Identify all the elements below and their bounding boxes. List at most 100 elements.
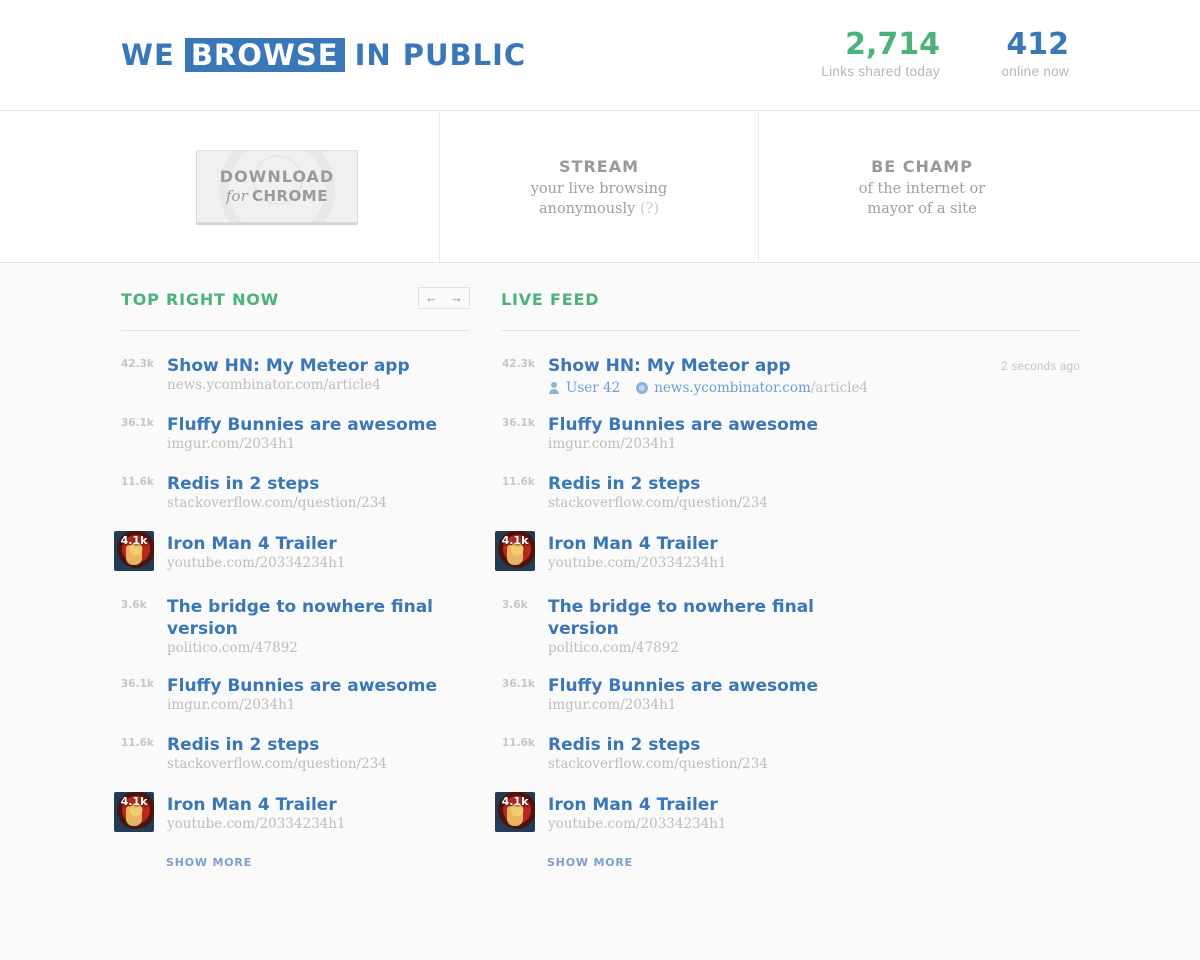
live-item-meta: User 42 news.ycombinator.com/article4 bbox=[548, 380, 868, 396]
link-url[interactable]: stackoverflow.com/question/234 bbox=[548, 756, 768, 772]
link-url[interactable]: stackoverflow.com/question/234 bbox=[167, 495, 387, 511]
stream-description: your live browsing anonymously (?) bbox=[440, 179, 758, 219]
champ-description: of the internet or mayor of a site bbox=[759, 179, 1085, 219]
promo-download: DOWNLOAD for CHROME bbox=[0, 111, 440, 262]
share-count: 36.1k bbox=[502, 417, 535, 429]
link-url[interactable]: youtube.com/20334234h1 bbox=[548, 816, 727, 832]
link-url[interactable]: youtube.com/20334234h1 bbox=[548, 555, 727, 571]
stream-line2-text: anonymously bbox=[538, 201, 636, 217]
download-chrome-button[interactable]: DOWNLOAD for CHROME bbox=[196, 150, 358, 223]
live-item-user[interactable]: User 42 bbox=[566, 380, 620, 396]
link-title[interactable]: Redis in 2 steps bbox=[167, 734, 447, 756]
share-count: 4.1k bbox=[120, 534, 148, 547]
video-thumbnail[interactable]: 4.1k bbox=[114, 792, 154, 832]
live-feed-title: LIVE FEED bbox=[501, 290, 600, 309]
link-title[interactable]: Show HN: My Meteor app bbox=[167, 355, 447, 377]
link-url[interactable]: imgur.com/2034h1 bbox=[167, 436, 295, 452]
logo-text-in-public: IN PUBLIC bbox=[354, 38, 527, 72]
link-url[interactable]: stackoverflow.com/question/234 bbox=[548, 495, 768, 511]
for-text: for bbox=[226, 187, 248, 205]
live-item-time: 2 seconds ago bbox=[1001, 361, 1080, 373]
logo-text-we: WE bbox=[121, 38, 175, 72]
link-title[interactable]: Show HN: My Meteor app bbox=[548, 355, 828, 377]
logo-text-browse: BROWSE bbox=[184, 38, 345, 72]
video-thumbnail[interactable]: 4.1k bbox=[495, 531, 535, 571]
link-title[interactable]: The bridge to nowhere final version bbox=[548, 596, 828, 640]
thumbnail-image bbox=[507, 806, 523, 826]
share-count: 4.1k bbox=[120, 795, 148, 808]
online-now-label: online now bbox=[1001, 64, 1069, 79]
link-title[interactable]: Fluffy Bunnies are awesome bbox=[548, 675, 828, 697]
link-title[interactable]: Iron Man 4 Trailer bbox=[167, 533, 447, 555]
thumbnail-image bbox=[507, 545, 523, 565]
stream-line1: your live browsing bbox=[530, 181, 668, 197]
link-url[interactable]: youtube.com/20334234h1 bbox=[167, 816, 346, 832]
share-count: 11.6k bbox=[121, 476, 154, 488]
share-count: 42.3k bbox=[121, 358, 154, 370]
share-count: 36.1k bbox=[502, 678, 535, 690]
champ-line1: of the internet or bbox=[858, 181, 986, 197]
live-item-domain[interactable]: news.ycombinator.com bbox=[654, 380, 811, 396]
live-divider bbox=[501, 330, 1080, 331]
link-title[interactable]: The bridge to nowhere final version bbox=[167, 596, 447, 640]
top-show-more-link[interactable]: SHOW MORE bbox=[166, 856, 252, 869]
link-url[interactable]: politico.com/47892 bbox=[167, 640, 298, 656]
live-item-path: /article4 bbox=[810, 380, 869, 396]
links-shared-stat: 2,714 Links shared today bbox=[821, 27, 940, 80]
link-title[interactable]: Redis in 2 steps bbox=[167, 473, 447, 495]
champ-line2: mayor of a site bbox=[867, 201, 977, 217]
share-count: 3.6k bbox=[502, 599, 528, 611]
link-title[interactable]: Iron Man 4 Trailer bbox=[167, 794, 447, 816]
share-count: 4.1k bbox=[501, 534, 529, 547]
link-url[interactable]: stackoverflow.com/question/234 bbox=[167, 756, 387, 772]
arrow-right-icon[interactable]: → bbox=[444, 288, 469, 308]
champ-title: BE CHAMP bbox=[871, 157, 973, 176]
top-divider bbox=[121, 330, 470, 331]
help-link[interactable]: (?) bbox=[640, 201, 659, 217]
link-url[interactable]: imgur.com/2034h1 bbox=[167, 697, 295, 713]
link-title[interactable]: Fluffy Bunnies are awesome bbox=[548, 414, 828, 436]
link-title[interactable]: Fluffy Bunnies are awesome bbox=[167, 675, 447, 697]
live-show-more-link[interactable]: SHOW MORE bbox=[547, 856, 633, 869]
share-count: 36.1k bbox=[121, 678, 154, 690]
link-url[interactable]: youtube.com/20334234h1 bbox=[167, 555, 346, 571]
for-chrome-label: for CHROME bbox=[197, 187, 357, 205]
share-count: 11.6k bbox=[502, 737, 535, 749]
download-label: DOWNLOAD bbox=[219, 167, 335, 186]
chrome-text: CHROME bbox=[251, 187, 328, 205]
link-title[interactable]: Fluffy Bunnies are awesome bbox=[167, 414, 447, 436]
links-shared-label: Links shared today bbox=[821, 64, 940, 79]
user-icon bbox=[548, 382, 560, 394]
site-logo[interactable]: WE BROWSE IN PUBLIC bbox=[121, 38, 526, 72]
promo-band: DOWNLOAD for CHROME STREAM your live bro… bbox=[0, 111, 1200, 263]
stream-line2: anonymously (?) bbox=[440, 199, 758, 219]
link-title[interactable]: Iron Man 4 Trailer bbox=[548, 533, 828, 555]
share-count: 11.6k bbox=[502, 476, 535, 488]
video-thumbnail[interactable]: 4.1k bbox=[114, 531, 154, 571]
thumbnail-image bbox=[126, 806, 142, 826]
share-count: 3.6k bbox=[121, 599, 147, 611]
arrow-left-icon[interactable]: ← bbox=[419, 288, 444, 308]
globe-icon bbox=[636, 382, 649, 394]
promo-champ: BE CHAMP of the internet or mayor of a s… bbox=[759, 111, 1085, 262]
link-url[interactable]: imgur.com/2034h1 bbox=[548, 436, 676, 452]
site-header: WE BROWSE IN PUBLIC 2,714 Links shared t… bbox=[0, 0, 1200, 111]
link-url[interactable]: news.ycombinator.com/article4 bbox=[167, 377, 381, 393]
stream-title: STREAM bbox=[559, 157, 639, 176]
top-pager: ← → bbox=[418, 287, 470, 309]
links-shared-count: 2,714 bbox=[845, 27, 940, 62]
link-url[interactable]: politico.com/47892 bbox=[548, 640, 679, 656]
online-now-stat: 412 online now bbox=[1001, 28, 1069, 80]
share-count: 4.1k bbox=[501, 795, 529, 808]
video-thumbnail[interactable]: 4.1k bbox=[495, 792, 535, 832]
thumbnail-image bbox=[126, 545, 142, 565]
link-title[interactable]: Iron Man 4 Trailer bbox=[548, 794, 828, 816]
share-count: 11.6k bbox=[121, 737, 154, 749]
top-right-now-title: TOP RIGHT NOW bbox=[121, 290, 280, 309]
share-count: 36.1k bbox=[121, 417, 154, 429]
link-title[interactable]: Redis in 2 steps bbox=[548, 473, 828, 495]
link-title[interactable]: Redis in 2 steps bbox=[548, 734, 828, 756]
share-count: 42.3k bbox=[502, 358, 535, 370]
promo-stream: STREAM your live browsing anonymously (?… bbox=[440, 111, 759, 262]
link-url[interactable]: imgur.com/2034h1 bbox=[548, 697, 676, 713]
